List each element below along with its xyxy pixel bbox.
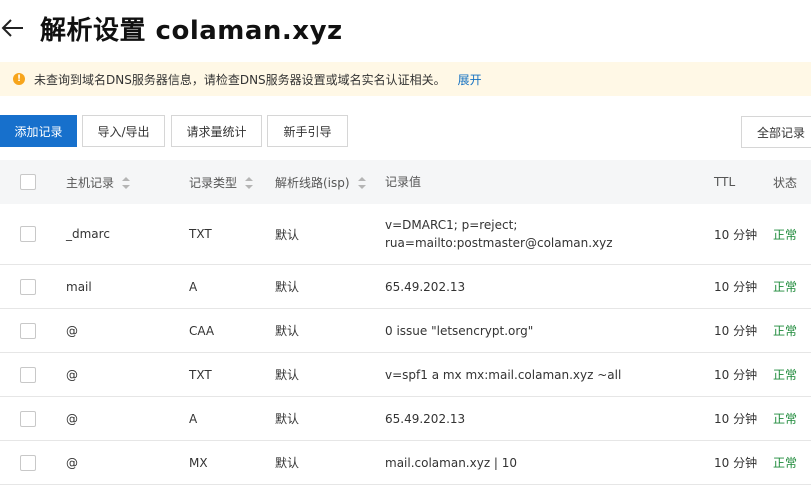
table-header: 主机记录 记录类型 解析线路(isp) 记录值 TTL 状态	[0, 160, 811, 204]
row-checkbox[interactable]	[20, 410, 36, 427]
status-cell: 正常	[773, 456, 798, 470]
header-value: 记录值	[385, 175, 422, 189]
sort-icon[interactable]	[122, 177, 131, 189]
type-cell: MX	[189, 455, 208, 470]
warning-alert: ! 未查询到域名DNS服务器信息，请检查DNS服务器设置或域名实名认证相关。 展…	[0, 62, 811, 96]
line-cell: 默认	[275, 456, 300, 470]
type-cell: A	[189, 411, 198, 426]
line-cell: 默认	[275, 324, 300, 338]
table-row[interactable]: @ TXT 默认 v=spf1 a mx mx:mail.colaman.xyz…	[0, 353, 811, 397]
request-stats-button[interactable]: 请求量统计	[171, 115, 262, 147]
warning-icon: !	[13, 73, 25, 85]
status-cell: 正常	[773, 280, 798, 294]
line-cell: 默认	[275, 412, 300, 426]
ttl-cell: 10 分钟	[714, 456, 758, 470]
page-title: 解析设置 colaman.xyz	[40, 15, 343, 46]
header-host[interactable]: 主机记录	[66, 174, 131, 191]
ttl-cell: 10 分钟	[714, 227, 758, 242]
value-cell: 0 issue "letsencrypt.org"	[385, 323, 534, 338]
line-cell: 默认	[275, 368, 300, 382]
header-type-label: 记录类型	[189, 175, 238, 190]
back-arrow-icon[interactable]	[0, 15, 26, 41]
header-line-label: 解析线路(isp)	[275, 175, 350, 190]
table-row[interactable]: @ A 默认 65.49.202.13 10 分钟 正常	[0, 397, 811, 441]
ttl-cell: 10 分钟	[714, 280, 758, 294]
all-records-button[interactable]: 全部记录	[741, 116, 811, 148]
value-cell: v=spf1 a mx mx:mail.colaman.xyz ~all	[385, 367, 622, 382]
value-cell: v=DMARC1; p=reject; rua=mailto:postmaste…	[385, 218, 613, 250]
sort-icon[interactable]	[245, 177, 254, 189]
header-line[interactable]: 解析线路(isp)	[275, 174, 366, 191]
beginner-guide-button[interactable]: 新手引导	[267, 115, 348, 147]
header-host-label: 主机记录	[66, 175, 115, 190]
expand-link[interactable]: 展开	[458, 71, 482, 88]
row-checkbox[interactable]	[20, 366, 36, 383]
page-header: 解析设置 colaman.xyz	[0, 8, 811, 48]
row-checkbox[interactable]	[20, 226, 36, 242]
status-cell: 正常	[773, 324, 798, 338]
host-cell: @	[66, 455, 78, 470]
value-cell: 65.49.202.13	[385, 411, 466, 426]
row-checkbox[interactable]	[20, 454, 36, 471]
ttl-cell: 10 分钟	[714, 368, 758, 382]
toolbar: 添加记录 导入/导出 请求量统计 新手引导 全部记录	[0, 115, 811, 148]
type-cell: TXT	[189, 367, 212, 382]
host-cell: mail	[66, 279, 92, 294]
ttl-cell: 10 分钟	[714, 412, 758, 426]
line-cell: 默认	[275, 227, 300, 242]
type-cell: A	[189, 279, 198, 294]
line-cell: 默认	[275, 280, 300, 294]
row-checkbox[interactable]	[20, 278, 36, 295]
import-export-button[interactable]: 导入/导出	[82, 115, 165, 147]
row-checkbox[interactable]	[20, 322, 36, 339]
dns-records-table: 主机记录 记录类型 解析线路(isp) 记录值 TTL 状态 _dmarc TX…	[0, 160, 811, 485]
sort-icon[interactable]	[357, 177, 366, 189]
alert-message: 未查询到域名DNS服务器信息，请检查DNS服务器设置或域名实名认证相关。	[34, 72, 446, 87]
table-row[interactable]: @ CAA 默认 0 issue "letsencrypt.org" 10 分钟…	[0, 309, 811, 353]
add-record-button[interactable]: 添加记录	[0, 115, 77, 147]
ttl-cell: 10 分钟	[714, 324, 758, 338]
status-cell: 正常	[773, 412, 798, 426]
table-row[interactable]: @ MX 默认 mail.colaman.xyz | 10 10 分钟 正常	[0, 441, 811, 485]
host-cell: _dmarc	[66, 227, 110, 241]
status-cell: 正常	[773, 227, 798, 242]
value-cell: 65.49.202.13	[385, 279, 466, 294]
host-cell: @	[66, 411, 78, 426]
header-ttl: TTL	[714, 175, 736, 189]
table-row[interactable]: mail A 默认 65.49.202.13 10 分钟 正常	[0, 265, 811, 309]
type-cell: TXT	[189, 227, 212, 241]
host-cell: @	[66, 323, 78, 338]
status-cell: 正常	[773, 368, 798, 382]
value-cell: mail.colaman.xyz | 10	[385, 455, 518, 470]
header-type[interactable]: 记录类型	[189, 174, 254, 191]
host-cell: @	[66, 367, 78, 382]
type-cell: CAA	[189, 323, 215, 338]
select-all-checkbox[interactable]	[20, 174, 36, 190]
table-row[interactable]: _dmarc TXT 默认 v=DMARC1; p=reject; rua=ma…	[0, 204, 811, 265]
header-status: 状态	[773, 175, 798, 190]
